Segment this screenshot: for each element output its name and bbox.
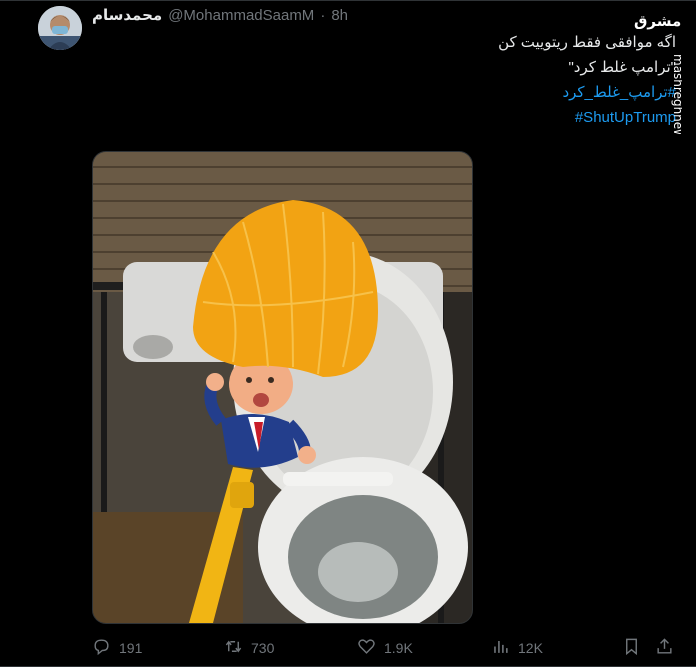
views-count: 12K <box>518 640 543 656</box>
tweet-text-line-1: اگه موافقی فقط ریتوییت کن <box>498 34 676 51</box>
tweet-header: محمدسام @MohammadSaamM · 8h <box>92 6 348 25</box>
heart-icon <box>357 637 376 659</box>
retweet-icon <box>224 637 243 659</box>
like-button[interactable]: 1.9K <box>357 637 413 659</box>
tweet-media-image[interactable] <box>92 151 473 624</box>
timestamp[interactable]: 8h <box>331 7 348 24</box>
retweet-button[interactable]: 730 <box>224 637 274 659</box>
user-handle[interactable]: @MohammadSaamM <box>168 7 314 24</box>
views-button[interactable]: 12K <box>491 637 543 659</box>
hashtag-persian[interactable]: #ترامپ_غلط_کرد <box>156 80 676 105</box>
hashtag-shutuptrump[interactable]: #ShutUpTrump <box>156 105 676 130</box>
reply-count: 191 <box>119 640 143 656</box>
avatar[interactable] <box>38 6 82 50</box>
display-name[interactable]: محمدسام <box>92 6 162 24</box>
top-divider <box>0 0 696 1</box>
tweet-text-line-2: "ترامپ غلط کرد" <box>568 59 676 76</box>
separator-dot: · <box>320 6 326 24</box>
watermark-logo-text: مشرق <box>634 12 681 30</box>
share-button[interactable] <box>655 637 674 659</box>
watermark-site-text: mashreghnews.ir <box>671 54 682 134</box>
reply-button[interactable]: 191 <box>92 637 142 659</box>
mashregh-watermark: مشرق mashreghnews.ir <box>622 4 685 157</box>
tweet-text: اگه موافقی فقط ریتوییت کن "ترامپ غلط کرد… <box>156 30 676 130</box>
tweet-actions-bar: 191 730 1.9K 12K <box>92 636 682 660</box>
share-icon <box>655 637 674 659</box>
retweet-count: 730 <box>251 640 275 656</box>
bookmark-button[interactable] <box>622 637 641 659</box>
like-count: 1.9K <box>384 640 413 656</box>
bookmark-icon <box>622 637 641 659</box>
reply-icon <box>92 637 111 659</box>
views-icon <box>491 637 510 659</box>
